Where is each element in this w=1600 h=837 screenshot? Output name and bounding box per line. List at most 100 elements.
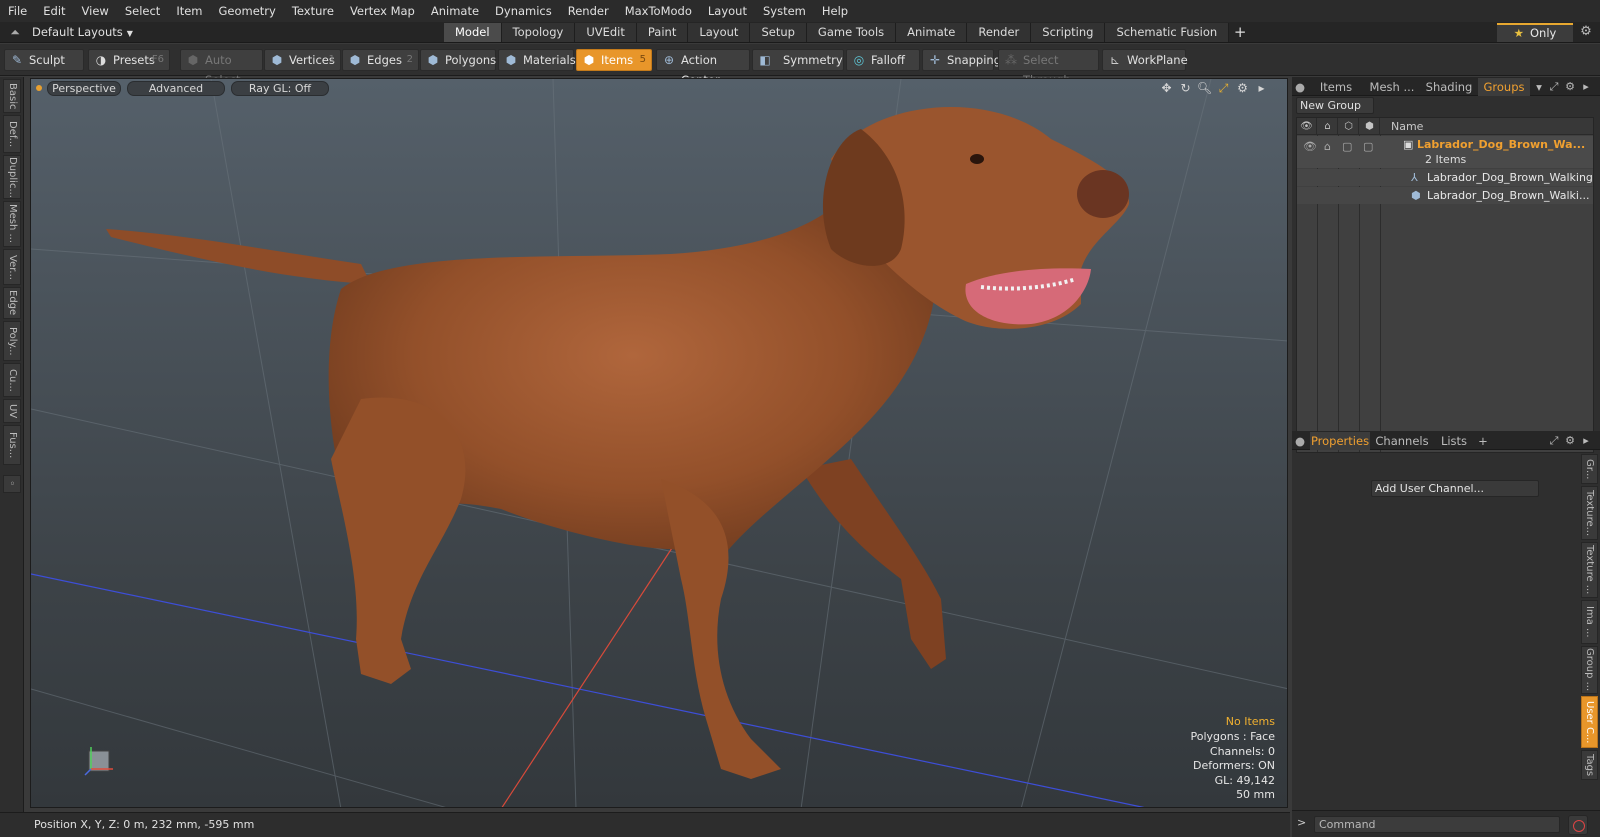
panel-gear-icon[interactable]: ⚙ (1562, 78, 1578, 95)
left-tab-duplicate[interactable]: Duplic... (3, 155, 21, 199)
menu-help[interactable]: Help (814, 0, 856, 22)
tab-properties[interactable]: Properties (1310, 432, 1370, 450)
select-through-button[interactable]: ⁂Select Through (998, 49, 1099, 87)
tab-channels[interactable]: Channels (1372, 432, 1432, 450)
menu-geometry[interactable]: Geometry (211, 0, 284, 22)
record-macro-icon[interactable] (1568, 815, 1588, 835)
symmetry-button[interactable]: ◧ Symmetry (752, 49, 844, 71)
side-tab-tags[interactable]: Tags (1581, 750, 1598, 780)
add-tab-icon[interactable]: + (1229, 23, 1251, 42)
items-button[interactable]: ⬢ Items 5 (576, 49, 652, 71)
visibility-header-eye-icon[interactable]: 👁︎ (1297, 118, 1317, 135)
rotate-icon[interactable]: ↻ (1176, 80, 1195, 97)
pan-icon[interactable]: ✥ (1157, 80, 1176, 97)
properties-menu-dot-icon[interactable]: ● (1294, 432, 1306, 450)
raygl-button[interactable]: Ray GL: Off (231, 81, 329, 96)
side-tab-texture-2[interactable]: Texture ... (1581, 542, 1598, 598)
left-tab-deform[interactable]: Def... (3, 115, 21, 153)
tab-scripting[interactable]: Scripting (1031, 23, 1106, 42)
child-name-2[interactable]: Labrador_Dog_Brown_Walki... (1427, 188, 1589, 203)
menu-maxtomodo[interactable]: MaxToModo (617, 0, 700, 22)
side-tab-gr[interactable]: Gr... (1581, 454, 1598, 484)
advanced-button[interactable]: Advanced (127, 81, 225, 96)
perspective-button[interactable]: Perspective (47, 81, 121, 96)
tab-mesh[interactable]: Mesh ... (1364, 78, 1420, 96)
properties-expand-icon[interactable]: ⤢ (1546, 432, 1562, 449)
workplane-button[interactable]: ⊾ WorkPlane (1102, 49, 1188, 71)
properties-arrow-icon[interactable]: ▸ (1578, 432, 1594, 449)
polygons-button[interactable]: ⬢ Polygons (420, 49, 496, 71)
add-user-channel-button[interactable]: Add User Channel... (1371, 480, 1539, 497)
presets-button[interactable]: ◑ Presets F6 (88, 49, 170, 71)
snapping-button[interactable]: ✛ Snapping (922, 49, 1001, 71)
maximize-icon[interactable]: ⤢ (1214, 80, 1233, 97)
lock-header-icon[interactable]: ⌂ (1318, 118, 1338, 135)
tab-game-tools[interactable]: Game Tools (806, 23, 897, 42)
viewport-gear-icon[interactable]: ⚙ (1233, 80, 1252, 97)
menu-system[interactable]: System (755, 0, 814, 22)
menu-edit[interactable]: Edit (35, 0, 73, 22)
left-tab-edge[interactable]: Edge (3, 287, 21, 319)
tabs-dropdown-icon[interactable]: ▾ (1532, 78, 1546, 96)
3d-viewport[interactable]: Perspective Advanced Ray GL: Off ✥ ↻ 🔍︎ … (30, 78, 1288, 808)
menu-view[interactable]: View (74, 0, 117, 22)
materials-button[interactable]: ⬢ Materials (498, 49, 576, 71)
menu-vertex-map[interactable]: Vertex Map (342, 0, 423, 22)
panel-menu-dot-icon[interactable]: ● (1294, 78, 1306, 96)
viewport-arrow-icon[interactable]: ▸ (1252, 80, 1271, 97)
layout-selector[interactable]: Default Layouts ▼ (32, 24, 142, 41)
tab-render[interactable]: Render (967, 23, 1032, 42)
tab-topology[interactable]: Topology (501, 23, 576, 42)
left-tab-mesh[interactable]: Mesh ... (3, 201, 21, 247)
left-tab-fusion[interactable]: Fus... (3, 425, 21, 465)
tab-layout[interactable]: Layout (688, 23, 751, 42)
left-tab-polygon[interactable]: Poly... (3, 321, 21, 361)
add-panel-tab-icon[interactable]: + (1476, 432, 1490, 450)
vertices-button[interactable]: ⬢ Vertices 1 (264, 49, 341, 71)
side-tab-texture-1[interactable]: Texture... (1581, 486, 1598, 540)
left-tab-uv[interactable]: UV (3, 399, 21, 423)
menu-item[interactable]: Item (168, 0, 210, 22)
left-tab-vertex[interactable]: Ver... (3, 249, 21, 285)
tab-lists[interactable]: Lists (1434, 432, 1474, 450)
menu-dynamics[interactable]: Dynamics (487, 0, 560, 22)
dog-model[interactable] (106, 106, 1130, 779)
zoom-icon[interactable]: 🔍︎ (1195, 80, 1214, 97)
menu-animate[interactable]: Animate (423, 0, 487, 22)
tab-shading[interactable]: Shading (1422, 78, 1476, 96)
tab-uvedit[interactable]: UVEdit (575, 23, 637, 42)
falloff-button[interactable]: ◎ Falloff (846, 49, 920, 71)
tab-model[interactable]: Model (444, 23, 502, 42)
edges-button[interactable]: ⬢ Edges 2 (342, 49, 419, 71)
expand-icon[interactable]: ⤢ (1546, 78, 1562, 95)
left-tab-basic[interactable]: Basic (3, 79, 21, 113)
left-strip-toggle-icon[interactable]: ◦ (3, 475, 21, 493)
group-name[interactable]: Labrador_Dog_Brown_Wa... (1417, 137, 1585, 152)
side-tab-image[interactable]: Ima ... (1581, 600, 1598, 644)
panel-arrow-icon[interactable]: ▸ (1578, 78, 1594, 95)
select-header-icon[interactable]: ⬡ (1339, 118, 1359, 135)
tab-animate[interactable]: Animate (896, 23, 968, 42)
menu-texture[interactable]: Texture (284, 0, 342, 22)
group-render-checkbox[interactable]: ▢ (1363, 139, 1373, 154)
tab-paint[interactable]: Paint (636, 23, 689, 42)
group-visibility-eye-icon[interactable]: 👁︎ (1303, 139, 1317, 154)
tab-setup[interactable]: Setup (750, 23, 807, 42)
side-tab-group[interactable]: Group ... (1581, 646, 1598, 694)
side-tab-user-channels[interactable]: User C... (1581, 696, 1598, 748)
group-select-checkbox[interactable]: ▢ (1342, 139, 1352, 154)
gear-icon[interactable]: ⚙ (1578, 24, 1594, 40)
menu-select[interactable]: Select (117, 0, 168, 22)
left-tab-curve[interactable]: Cu... (3, 363, 21, 397)
tab-groups[interactable]: Groups (1478, 78, 1530, 96)
group-lock-icon[interactable]: ⌂ (1324, 139, 1331, 154)
properties-gear-icon[interactable]: ⚙ (1562, 432, 1578, 449)
tab-schematic-fusion[interactable]: Schematic Fusion (1105, 23, 1230, 42)
tab-items[interactable]: Items (1310, 78, 1362, 96)
child-name-1[interactable]: Labrador_Dog_Brown_Walking (1427, 170, 1593, 185)
action-center-button[interactable]: ⊕Action Center (656, 49, 750, 87)
menu-file[interactable]: File (0, 0, 35, 22)
viewport-menu-dot-icon[interactable] (36, 85, 42, 91)
new-group-button[interactable]: New Group (1296, 97, 1374, 114)
collapse-up-icon[interactable]: ⏶ (8, 25, 22, 39)
